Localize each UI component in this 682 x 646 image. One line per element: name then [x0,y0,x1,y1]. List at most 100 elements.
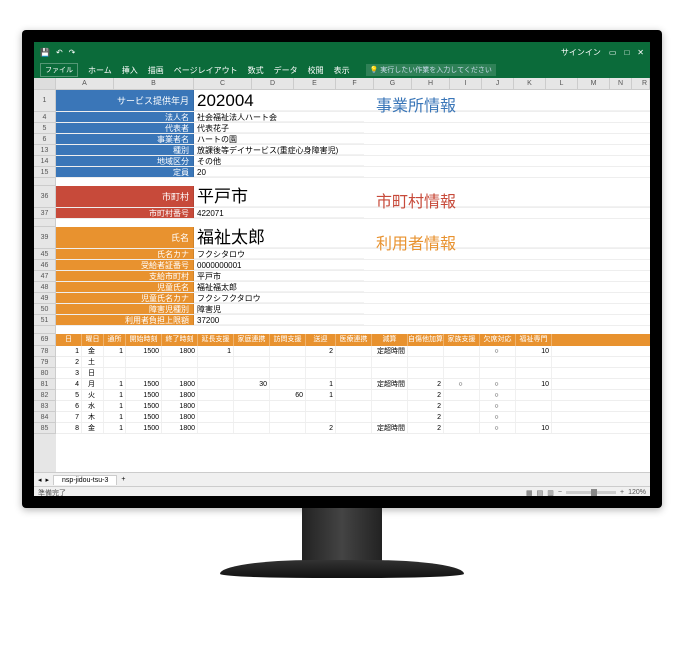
table-row[interactable]: 3日 [56,368,650,379]
table-cell[interactable]: 2 [408,423,444,433]
table-cell[interactable] [234,368,270,378]
field-value[interactable]: ハートの園 [194,134,364,144]
close-icon[interactable]: ✕ [637,48,644,57]
table-cell[interactable]: 1500 [126,346,162,356]
form-row[interactable]: 支給市町村平戸市 [56,271,650,282]
table-cell[interactable]: 金 [82,423,104,433]
table-cell[interactable] [336,423,372,433]
row-headers[interactable]: 1456131415363739454647484950516978798081… [34,90,56,472]
table-cell[interactable] [126,357,162,367]
table-cell[interactable]: 10 [516,346,552,356]
form-row[interactable]: 種別放課後等デイサービス(重症心身障害児) [56,145,650,156]
new-sheet-button[interactable]: + [121,476,125,483]
signin-link[interactable]: サインイン [561,47,601,58]
table-cell[interactable] [336,379,372,389]
tab-formulas[interactable]: 数式 [248,65,264,76]
table-cell[interactable] [336,412,372,422]
redo-icon[interactable]: ↷ [69,48,76,57]
table-cell[interactable]: 1800 [162,412,198,422]
table-cell[interactable] [444,357,480,367]
table-cell[interactable]: 定超時間 [372,346,408,356]
table-header-cell[interactable]: 医療連携 [336,334,372,346]
table-cell[interactable] [444,346,480,356]
table-cell[interactable]: 1 [56,346,82,356]
table-cell[interactable] [306,357,336,367]
table-cell[interactable] [336,390,372,400]
table-cell[interactable]: 1 [198,346,234,356]
view-page-icon[interactable]: ▤ [537,489,544,497]
table-cell[interactable] [234,412,270,422]
table-row[interactable]: 6水1150018002○ [56,401,650,412]
table-cell[interactable] [516,368,552,378]
table-cell[interactable]: 1500 [126,379,162,389]
table-cell[interactable] [336,401,372,411]
table-row[interactable]: 8金1150018002定超時間2○10 [56,423,650,434]
table-cell[interactable]: 2 [306,423,336,433]
table-cell[interactable] [306,412,336,422]
table-cell[interactable] [270,368,306,378]
table-header-cell[interactable]: 曜日 [82,334,104,346]
table-cell[interactable] [198,379,234,389]
table-cell[interactable]: 土 [82,357,104,367]
form-row[interactable]: 定員20 [56,167,650,178]
form-row[interactable]: 市町村番号422071 [56,208,650,219]
table-cell[interactable] [198,368,234,378]
tab-draw[interactable]: 描画 [148,65,164,76]
table-cell[interactable]: 4 [56,379,82,389]
table-cell[interactable] [372,368,408,378]
field-value[interactable]: 20 [194,167,364,177]
table-cell[interactable] [408,346,444,356]
zoom-in-button[interactable]: + [620,489,624,496]
table-cell[interactable]: 2 [306,346,336,356]
undo-icon[interactable]: ↶ [56,48,63,57]
table-cell[interactable] [198,412,234,422]
table-cell[interactable] [444,412,480,422]
table-row[interactable]: 7木1150018002○ [56,412,650,423]
table-cell[interactable]: 2 [408,412,444,422]
zoom-level[interactable]: 120% [628,489,646,496]
form-row[interactable]: 児童氏名カナフクシフクタロウ [56,293,650,304]
table-cell[interactable] [372,401,408,411]
table-cell[interactable]: ○ [480,379,516,389]
table-cell[interactable]: 10 [516,379,552,389]
field-value[interactable]: 社会福祉法人ハート会 [194,112,364,122]
table-cell[interactable]: 6 [56,401,82,411]
form-row[interactable]: 障害児種別障害児 [56,304,650,315]
field-value[interactable]: 37200 [194,315,364,325]
table-cell[interactable]: 1800 [162,346,198,356]
field-value[interactable]: 422071 [194,208,364,218]
tell-me-search[interactable]: 💡 実行したい作業を入力してください [366,64,496,76]
table-header-cell[interactable]: 家庭連携 [234,334,270,346]
table-cell[interactable] [162,368,198,378]
tab-view[interactable]: 表示 [334,65,350,76]
field-value[interactable]: その他 [194,156,364,166]
field-value[interactable]: 0000000001 [194,260,364,270]
table-cell[interactable]: 1 [104,390,126,400]
table-cell[interactable] [198,357,234,367]
table-row[interactable]: 2土 [56,357,650,368]
table-cell[interactable] [270,412,306,422]
table-cell[interactable] [444,401,480,411]
form-row[interactable]: 事業者名ハートの園 [56,134,650,145]
table-cell[interactable]: 水 [82,401,104,411]
table-cell[interactable]: 2 [408,401,444,411]
tab-file[interactable]: ファイル [40,63,78,77]
table-cell[interactable]: 2 [56,357,82,367]
table-cell[interactable]: 30 [234,379,270,389]
table-cell[interactable] [336,357,372,367]
field-value[interactable]: フクシフクタロウ [194,293,364,303]
form-row[interactable]: 市町村平戸市 [56,186,650,208]
table-header-cell[interactable]: 通所 [104,334,126,346]
table-cell[interactable]: 日 [82,368,104,378]
table-cell[interactable] [336,346,372,356]
table-cell[interactable]: 1800 [162,401,198,411]
tab-home[interactable]: ホーム [88,65,112,76]
view-normal-icon[interactable]: ▦ [526,489,533,497]
table-cell[interactable]: ○ [444,379,480,389]
table-cell[interactable] [336,368,372,378]
table-cell[interactable]: 1500 [126,390,162,400]
table-cell[interactable] [444,368,480,378]
table-cell[interactable]: 金 [82,346,104,356]
table-cell[interactable]: 定超時間 [372,379,408,389]
table-cell[interactable] [372,357,408,367]
